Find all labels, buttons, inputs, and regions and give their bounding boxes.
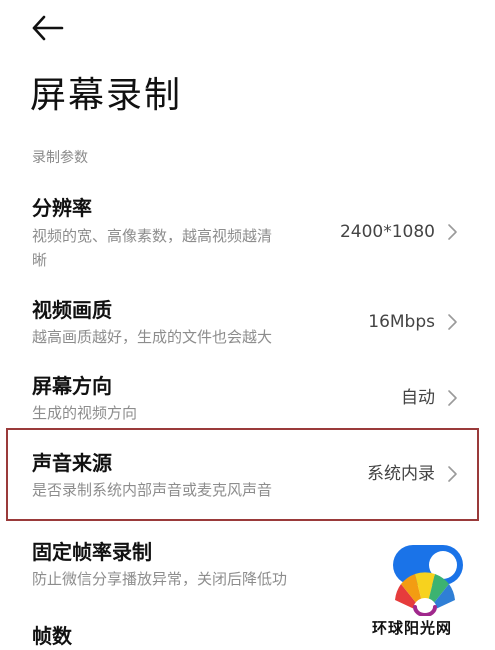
setting-audio-source[interactable]: 声音来源 是否录制系统内部声音或麦克风声音 系统内录 — [0, 447, 495, 507]
section-header: 录制参数 — [32, 150, 88, 166]
watermark: 环球阳光网 — [366, 570, 495, 641]
back-arrow-icon — [32, 15, 64, 41]
setting-subtitle: 越高画质越好，生成的文件也会越大 — [32, 328, 273, 346]
setting-video-quality[interactable]: 视频画质 越高画质越好，生成的文件也会越大 16Mbps — [0, 294, 495, 354]
back-button[interactable] — [28, 10, 68, 46]
setting-value: 2400*1080 — [339, 222, 435, 242]
setting-title: 屏幕方向 — [32, 374, 112, 398]
setting-subtitle: 视频的宽、高像素数，越高视频越清 — [32, 227, 273, 245]
setting-title: 分辨率 — [32, 196, 92, 220]
setting-subtitle: 防止微信分享播放异常，关闭后降低功 — [32, 570, 288, 588]
setting-subtitle-continued: 晰 — [32, 251, 48, 269]
setting-title: 固定帧率录制 — [32, 540, 152, 564]
setting-value: 自动 — [401, 388, 435, 408]
watermark-logo-icon — [395, 572, 455, 616]
setting-frame-count-title: 帧数 — [32, 624, 72, 648]
chevron-right-icon — [448, 390, 457, 406]
setting-title: 声音来源 — [32, 451, 112, 475]
setting-value: 16Mbps — [368, 312, 435, 332]
chevron-right-icon — [448, 314, 457, 330]
setting-title: 视频画质 — [32, 298, 112, 322]
setting-value: 系统内录 — [367, 464, 435, 484]
chevron-right-icon — [448, 466, 457, 482]
setting-subtitle: 是否录制系统内部声音或麦克风声音 — [32, 481, 273, 499]
page-title: 屏幕录制 — [30, 75, 183, 116]
setting-subtitle: 生成的视频方向 — [32, 404, 138, 422]
setting-resolution[interactable]: 分辨率 视频的宽、高像素数，越高视频越清 晰 2400*1080 — [0, 190, 495, 274]
setting-screen-orientation[interactable]: 屏幕方向 生成的视频方向 自动 — [0, 370, 495, 430]
chevron-right-icon — [448, 224, 457, 240]
watermark-text: 环球阳光网 — [372, 619, 453, 637]
